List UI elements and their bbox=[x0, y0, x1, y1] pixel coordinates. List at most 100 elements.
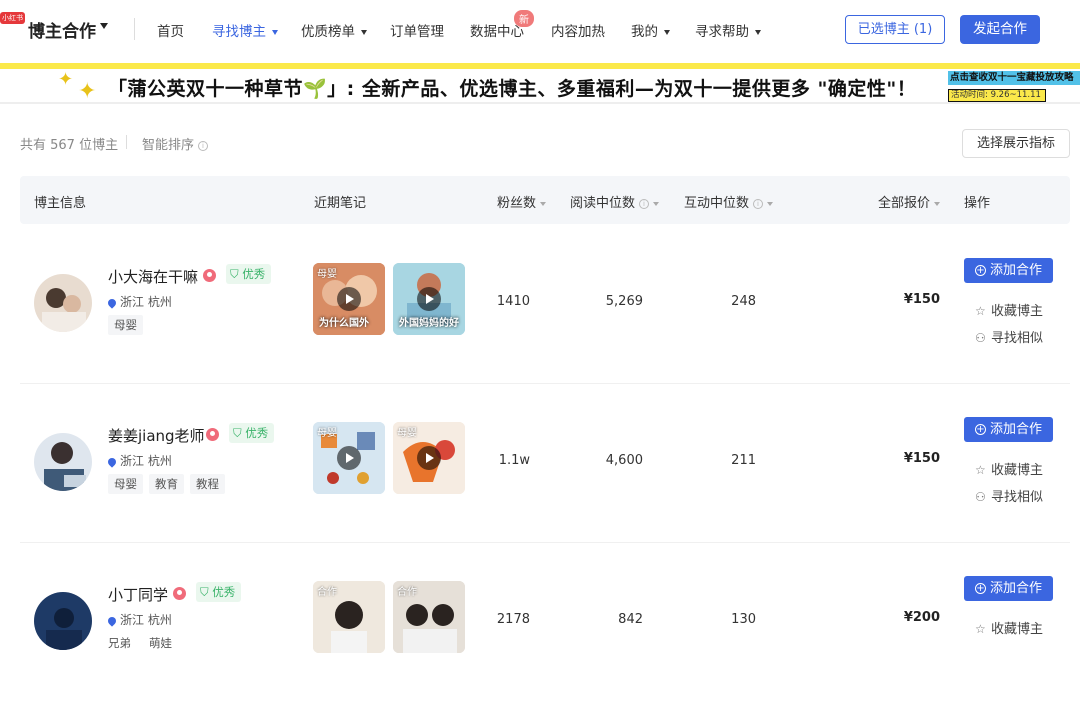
sparkle-icon: ✦ bbox=[78, 79, 97, 104]
nav-label: 我的 bbox=[631, 24, 658, 40]
nav-label: 寻求帮助 bbox=[695, 24, 749, 40]
brand-title[interactable]: 博主合作 bbox=[28, 17, 96, 42]
info-icon: i bbox=[753, 198, 764, 209]
nav-label: 优质榜单 bbox=[301, 24, 355, 40]
promo-banner[interactable]: ✦ ✦ 「蒲公英双十一种草节🌱」: 全新产品、优选博主、多重福利—为双十一提供更… bbox=[0, 63, 1080, 104]
divider bbox=[126, 135, 127, 149]
column-header-read[interactable]: 阅读中位数 i bbox=[570, 192, 660, 211]
note-tag: 母婴 bbox=[397, 428, 417, 439]
avatar[interactable] bbox=[34, 592, 92, 650]
creator-name[interactable]: 小丁同学 bbox=[108, 584, 168, 605]
badge-label: 优秀 bbox=[245, 426, 269, 440]
plus-icon: + bbox=[974, 424, 986, 435]
female-icon bbox=[203, 269, 216, 282]
find-similar-link[interactable]: ⚇ 寻找相似 bbox=[975, 486, 1043, 505]
location-text: 浙江 杭州 bbox=[120, 295, 172, 309]
column-label: 互动中位数 bbox=[684, 196, 750, 211]
nav-orders[interactable]: 订单管理 bbox=[390, 20, 444, 40]
interact-median: 211 bbox=[731, 453, 756, 468]
play-icon[interactable] bbox=[337, 446, 361, 470]
nav-content-boost[interactable]: 内容加热 bbox=[551, 20, 605, 40]
fans-count: 2178 bbox=[496, 612, 530, 627]
tag-list: 兄弟 萌娃 bbox=[108, 633, 184, 653]
tag: 母婴 bbox=[108, 474, 143, 494]
fans-count: 1.1w bbox=[498, 453, 530, 468]
location: 浙江 杭州 bbox=[106, 452, 172, 469]
table-row[interactable]: 姜姜jiang老师 ⛉ 优秀 浙江 杭州 母婴 教育 教程 母婴 母婴 1.1w 4… bbox=[20, 383, 1070, 543]
table-row[interactable]: 小丁同学 ⛉ 优秀 浙江 杭州 兄弟 萌娃 合作 合作 2178 842 130 … bbox=[20, 542, 1070, 702]
note-tag: 母婴 bbox=[317, 428, 337, 439]
read-median: 5,269 bbox=[605, 294, 643, 309]
column-label: 全部报价 bbox=[878, 196, 931, 211]
favorite-creator-link[interactable]: ☆ 收藏博主 bbox=[975, 618, 1043, 637]
add-cooperation-button[interactable]: + 添加合作 bbox=[964, 258, 1053, 283]
creator-count: 共有 567 位博主 bbox=[20, 138, 119, 153]
nav-top-lists[interactable]: 优质榜单 bbox=[301, 20, 367, 40]
shield-icon: ⛉ bbox=[200, 585, 213, 599]
sort-icon bbox=[653, 201, 660, 206]
nav-label: 数据中心 bbox=[470, 24, 524, 40]
plus-icon: + bbox=[974, 583, 986, 594]
sparkle-icon: ✦ bbox=[58, 69, 74, 90]
nav-label: 寻找博主 bbox=[212, 24, 266, 40]
chevron-down-icon[interactable] bbox=[100, 23, 108, 29]
location: 浙江 杭州 bbox=[106, 293, 172, 310]
nav-mine[interactable]: 我的 bbox=[631, 20, 670, 40]
shield-icon: ⛉ bbox=[230, 267, 243, 281]
start-cooperation-button[interactable]: 发起合作 bbox=[960, 15, 1040, 44]
selected-creators-button[interactable]: 已选博主 (1) bbox=[845, 15, 945, 44]
link-label: 收藏博主 bbox=[991, 622, 1044, 637]
location: 浙江 杭州 bbox=[106, 611, 172, 628]
favorite-creator-link[interactable]: ☆ 收藏博主 bbox=[975, 459, 1043, 478]
note-caption: 外国妈妈的好 bbox=[399, 318, 459, 329]
avatar[interactable] bbox=[34, 274, 92, 332]
column-header-interact[interactable]: 互动中位数 i bbox=[684, 192, 774, 211]
creator-name[interactable]: 姜姜jiang老师 bbox=[108, 425, 205, 446]
table-row[interactable]: 小大海在干嘛 ⛉ 优秀 浙江 杭州 母婴 母婴 为什么国外 外国妈妈的好 141… bbox=[20, 224, 1070, 384]
note-thumbnail[interactable]: 母婴 bbox=[393, 422, 465, 494]
location-text: 浙江 杭州 bbox=[120, 454, 172, 468]
note-thumbnail[interactable]: 合作 bbox=[313, 581, 385, 653]
avatar-image bbox=[34, 274, 92, 332]
star-icon: ☆ bbox=[975, 463, 986, 477]
column-header-notes: 近期笔记 bbox=[314, 196, 367, 211]
play-icon[interactable] bbox=[417, 287, 441, 311]
location-pin-icon bbox=[106, 455, 118, 468]
banner-side-link[interactable]: 点击查收双十一宝藏投放攻略 bbox=[948, 71, 1080, 85]
star-icon: ☆ bbox=[975, 622, 986, 636]
new-badge: 新 bbox=[514, 10, 534, 27]
female-icon bbox=[173, 587, 186, 600]
play-icon[interactable] bbox=[337, 287, 361, 311]
note-tag: 合作 bbox=[397, 587, 417, 598]
table-header: 博主信息 近期笔记 粉丝数 阅读中位数 i 互动中位数 i 全部报价 操作 bbox=[20, 176, 1070, 224]
note-thumbnail[interactable]: 外国妈妈的好 bbox=[393, 263, 465, 335]
read-median: 4,600 bbox=[605, 453, 643, 468]
nav-home[interactable]: 首页 bbox=[157, 20, 184, 40]
excellent-badge: ⛉ 优秀 bbox=[196, 582, 242, 602]
creator-name[interactable]: 小大海在干嘛 bbox=[108, 266, 198, 287]
chevron-down-icon bbox=[664, 29, 670, 35]
nav-find-creators[interactable]: 寻找博主 bbox=[212, 20, 278, 40]
note-thumbnail[interactable]: 合作 bbox=[393, 581, 465, 653]
info-icon[interactable]: i bbox=[198, 140, 209, 151]
play-icon[interactable] bbox=[417, 446, 441, 470]
find-similar-link[interactable]: ⚇ 寻找相似 bbox=[975, 327, 1043, 346]
select-metrics-button[interactable]: 选择展示指标 bbox=[962, 129, 1070, 158]
button-label: 添加合作 bbox=[989, 263, 1042, 278]
note-thumbnail[interactable]: 母婴 为什么国外 bbox=[313, 263, 385, 335]
column-label: 粉丝数 bbox=[497, 196, 537, 211]
add-cooperation-button[interactable]: + 添加合作 bbox=[964, 417, 1053, 442]
nav-help[interactable]: 寻求帮助 bbox=[695, 20, 761, 40]
favorite-creator-link[interactable]: ☆ 收藏博主 bbox=[975, 300, 1043, 319]
avatar[interactable] bbox=[34, 433, 92, 491]
tag: 母婴 bbox=[108, 315, 143, 335]
sort-icon bbox=[934, 201, 941, 206]
user-search-icon: ⚇ bbox=[975, 331, 986, 345]
avatar-image bbox=[34, 592, 92, 650]
add-cooperation-button[interactable]: + 添加合作 bbox=[964, 576, 1053, 601]
note-thumbnail[interactable]: 母婴 bbox=[313, 422, 385, 494]
column-header-price[interactable]: 全部报价 bbox=[878, 192, 941, 211]
shield-icon: ⛉ bbox=[233, 426, 246, 440]
sort-selector[interactable]: 智能排序 i bbox=[142, 134, 209, 153]
column-header-fans[interactable]: 粉丝数 bbox=[497, 192, 547, 211]
